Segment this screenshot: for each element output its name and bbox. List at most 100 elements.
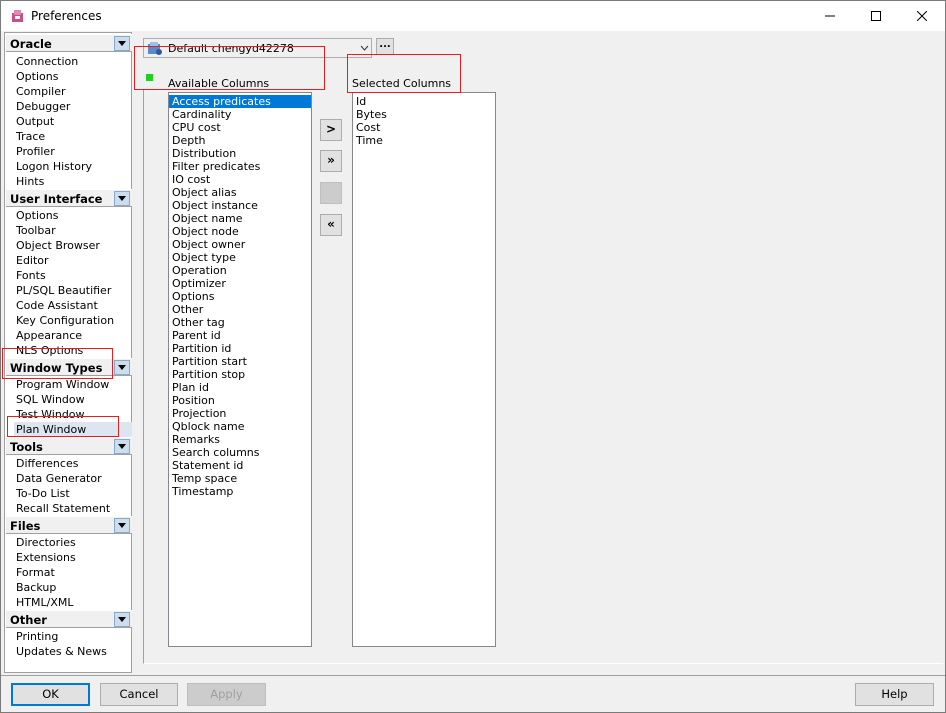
sidebar-item-recall-statement[interactable]: Recall Statement — [16, 501, 110, 516]
list-item[interactable]: Plan id — [169, 381, 311, 394]
list-item[interactable]: Other tag — [169, 316, 311, 329]
list-item[interactable]: Time — [353, 134, 495, 147]
list-item[interactable]: Partition id — [169, 342, 311, 355]
list-item[interactable]: Other — [169, 303, 311, 316]
list-item[interactable]: Object alias — [169, 186, 311, 199]
list-item[interactable]: Qblock name — [169, 420, 311, 433]
list-item[interactable]: Bytes — [353, 108, 495, 121]
sidebar-item-profiler[interactable]: Profiler — [16, 144, 55, 159]
available-columns-list[interactable]: Access predicates Cardinality CPU cost Dept… — [168, 92, 312, 647]
annotation-box-window-types — [2, 348, 113, 379]
move-right-button[interactable]: > — [320, 119, 342, 141]
group-other[interactable]: Other — [6, 610, 132, 628]
app-icon — [10, 9, 25, 24]
sidebar-item-options[interactable]: Options — [16, 69, 58, 84]
sidebar-item-output[interactable]: Output — [16, 114, 54, 129]
profile-options-button[interactable]: ... — [376, 38, 394, 55]
sidebar-item-hints[interactable]: Hints — [16, 174, 44, 189]
preferences-window: Preferences Oracle Connection Options Co… — [0, 0, 946, 713]
sidebar-item-key-configuration[interactable]: Key Configuration — [16, 313, 114, 328]
cancel-button[interactable]: Cancel — [100, 683, 178, 706]
sidebar-item-object-browser[interactable]: Object Browser — [16, 238, 100, 253]
list-item[interactable]: Access predicates — [169, 95, 311, 108]
list-item[interactable]: Distribution — [169, 147, 311, 160]
list-item[interactable]: Filter predicates — [169, 160, 311, 173]
sidebar-item-data-generator[interactable]: Data Generator — [16, 471, 102, 486]
list-item[interactable]: Id — [353, 95, 495, 108]
chevron-down-icon[interactable] — [114, 191, 130, 206]
sidebar-item-connection[interactable]: Connection — [16, 54, 78, 69]
chevron-down-icon[interactable] — [114, 36, 130, 51]
list-item[interactable]: Temp space — [169, 472, 311, 485]
sidebar-item-appearance[interactable]: Appearance — [16, 328, 82, 343]
list-item[interactable]: Object instance — [169, 199, 311, 212]
list-item[interactable]: Object name — [169, 212, 311, 225]
list-item[interactable]: Statement id — [169, 459, 311, 472]
list-item[interactable]: Options — [169, 290, 311, 303]
sidebar-item-plsql-beautifier[interactable]: PL/SQL Beautifier — [16, 283, 111, 298]
sidebar-item-backup[interactable]: Backup — [16, 580, 56, 595]
sidebar-item-logon-history[interactable]: Logon History — [16, 159, 92, 174]
sidebar-item-sql-window[interactable]: SQL Window — [16, 392, 85, 407]
sidebar-item-trace[interactable]: Trace — [16, 129, 45, 144]
maximize-button[interactable] — [853, 1, 899, 31]
list-item[interactable]: Parent id — [169, 329, 311, 342]
sidebar-item-extensions[interactable]: Extensions — [16, 550, 76, 565]
close-icon — [917, 11, 927, 21]
list-item[interactable]: Partition start — [169, 355, 311, 368]
chevron-down-icon[interactable] — [114, 439, 130, 454]
sidebar-item-program-window[interactable]: Program Window — [16, 377, 109, 392]
list-item[interactable]: Position — [169, 394, 311, 407]
move-all-left-button[interactable]: « — [320, 214, 342, 236]
list-item[interactable]: Cost — [353, 121, 495, 134]
sidebar-item-compiler[interactable]: Compiler — [16, 84, 66, 99]
annotation-box-profile — [134, 46, 325, 90]
group-tools[interactable]: Tools — [6, 437, 132, 455]
list-item[interactable]: Object owner — [169, 238, 311, 251]
move-all-right-button[interactable]: » — [320, 150, 342, 172]
move-left-button[interactable] — [320, 182, 342, 204]
list-item[interactable]: Depth — [169, 134, 311, 147]
close-button[interactable] — [899, 1, 945, 31]
list-item[interactable]: Projection — [169, 407, 311, 420]
list-item[interactable]: Remarks — [169, 433, 311, 446]
sidebar-item-printing[interactable]: Printing — [16, 629, 58, 644]
title-bar[interactable]: Preferences — [1, 1, 945, 31]
list-item[interactable]: Partition stop — [169, 368, 311, 381]
annotation-box-plan-window — [7, 416, 119, 437]
sidebar-item-debugger[interactable]: Debugger — [16, 99, 70, 114]
list-item[interactable]: CPU cost — [169, 121, 311, 134]
chevron-down-icon[interactable] — [114, 518, 130, 533]
sidebar-item-ui-options[interactable]: Options — [16, 208, 58, 223]
list-item[interactable]: Object type — [169, 251, 311, 264]
group-oracle[interactable]: Oracle — [6, 34, 132, 52]
ok-button[interactable]: OK — [11, 683, 90, 706]
list-item[interactable]: Search columns — [169, 446, 311, 459]
sidebar-item-todo-list[interactable]: To-Do List — [16, 486, 70, 501]
sidebar-item-updates-news[interactable]: Updates & News — [16, 644, 107, 659]
apply-button[interactable]: Apply — [187, 683, 266, 706]
group-files[interactable]: Files — [6, 516, 132, 534]
selected-columns-list[interactable]: Id Bytes Cost Time — [352, 92, 496, 647]
sidebar-item-directories[interactable]: Directories — [16, 535, 76, 550]
sidebar-item-differences[interactable]: Differences — [16, 456, 78, 471]
list-item[interactable]: Operation — [169, 264, 311, 277]
list-item[interactable]: Object node — [169, 225, 311, 238]
group-label: User Interface — [10, 192, 103, 206]
sidebar-item-fonts[interactable]: Fonts — [16, 268, 46, 283]
sidebar-item-code-assistant[interactable]: Code Assistant — [16, 298, 98, 313]
help-button[interactable]: Help — [855, 683, 934, 706]
sidebar-item-editor[interactable]: Editor — [16, 253, 49, 268]
sidebar-item-html-xml[interactable]: HTML/XML — [16, 595, 73, 610]
group-user-interface[interactable]: User Interface — [6, 189, 132, 207]
list-item[interactable]: Cardinality — [169, 108, 311, 121]
sidebar-item-toolbar[interactable]: Toolbar — [16, 223, 56, 238]
group-label: Oracle — [10, 37, 52, 51]
chevron-down-icon[interactable] — [114, 360, 130, 375]
sidebar-item-format[interactable]: Format — [16, 565, 55, 580]
list-item[interactable]: Timestamp — [169, 485, 311, 498]
list-item[interactable]: Optimizer — [169, 277, 311, 290]
list-item[interactable]: IO cost — [169, 173, 311, 186]
chevron-down-icon[interactable] — [114, 612, 130, 627]
minimize-button[interactable] — [807, 1, 853, 31]
